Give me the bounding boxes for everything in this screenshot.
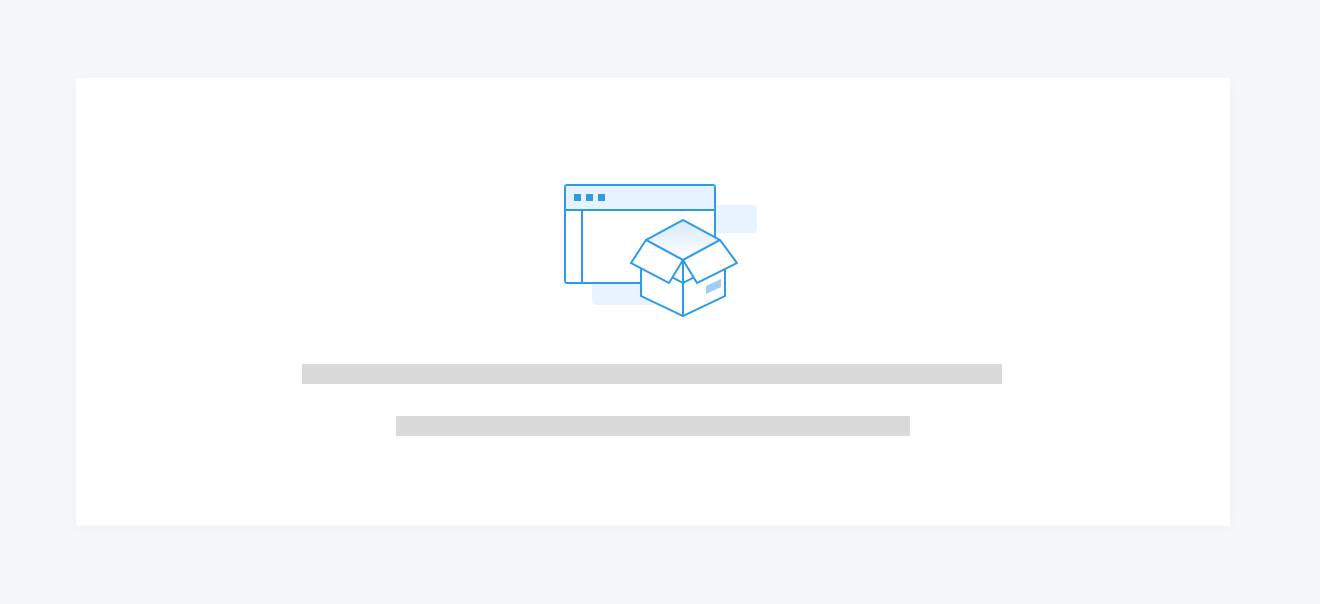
skeleton-subtitle-line [396, 416, 910, 436]
empty-box-icon [563, 183, 759, 323]
skeleton-title-line [302, 364, 1002, 384]
page [0, 0, 1320, 604]
empty-state-card [76, 78, 1230, 526]
